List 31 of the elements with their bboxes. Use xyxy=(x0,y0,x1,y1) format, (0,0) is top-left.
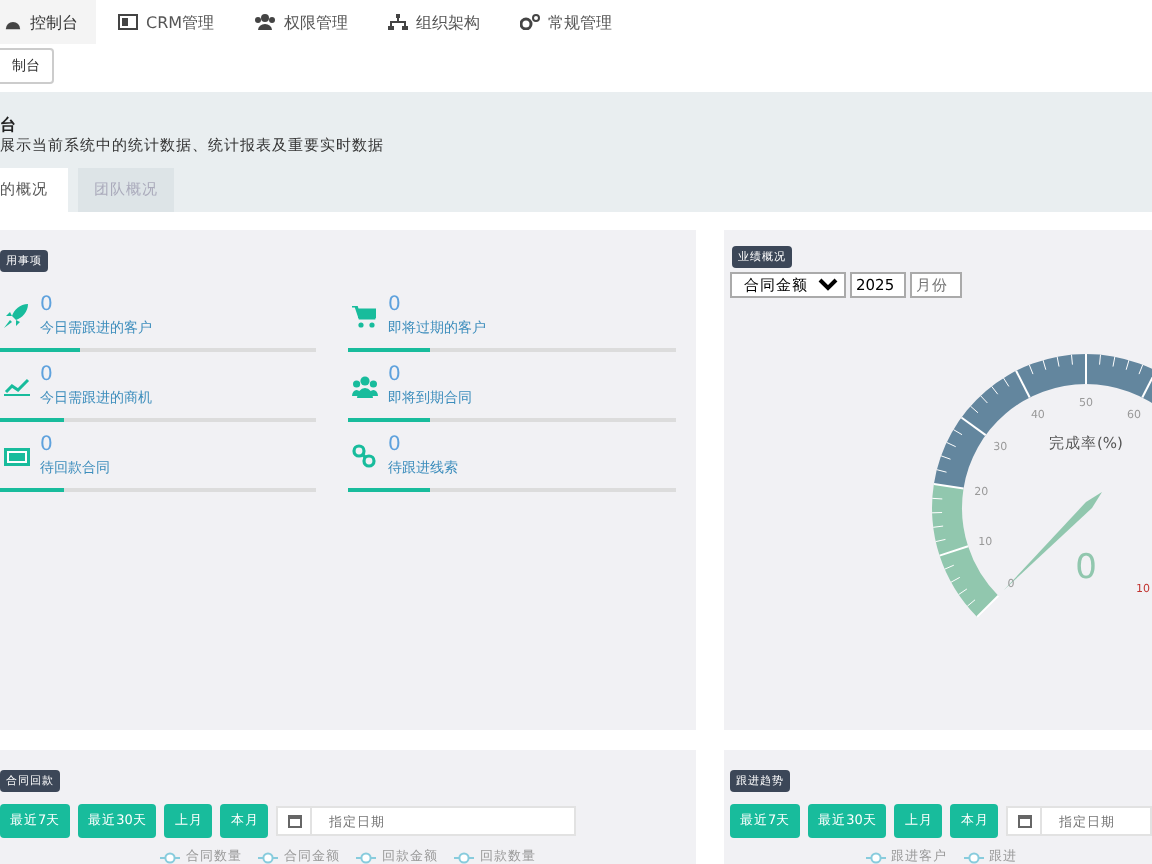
legend-icon xyxy=(160,851,180,863)
todo-count[interactable]: 0 xyxy=(40,292,316,318)
link-icon xyxy=(352,444,376,468)
nav-tab[interactable]: CRM管理 xyxy=(100,0,233,44)
legend-icon xyxy=(865,851,885,863)
id-card-icon xyxy=(118,14,138,30)
rocket-icon xyxy=(4,304,28,328)
legend-icon xyxy=(454,851,474,863)
users-icon xyxy=(352,375,378,397)
calendar-icon xyxy=(1017,814,1032,828)
todo-count[interactable]: 0 xyxy=(388,432,676,458)
calendar-icon xyxy=(287,814,302,828)
legend-icon xyxy=(258,851,278,863)
nav-tab[interactable]: 常规管理 xyxy=(502,0,631,44)
banknote-icon xyxy=(4,447,30,465)
legend-icon xyxy=(356,851,376,863)
nav-tab[interactable]: 控制台 xyxy=(0,0,96,44)
line-chart-icon xyxy=(4,376,30,396)
todo-count[interactable]: 0 xyxy=(388,292,676,318)
page-title: 台 xyxy=(0,114,18,136)
nav-tab[interactable]: 组织架构 xyxy=(370,0,499,44)
todo-count[interactable]: 0 xyxy=(40,432,316,458)
nav-tab[interactable]: 权限管理 xyxy=(236,0,367,44)
todo-count[interactable]: 0 xyxy=(388,362,676,388)
sitemap-icon xyxy=(388,14,409,30)
legend-icon xyxy=(963,851,983,863)
gauge-value: 0 xyxy=(1075,548,1097,588)
gears-icon xyxy=(520,14,541,30)
cart-icon xyxy=(352,305,376,327)
users-icon xyxy=(254,14,277,30)
todo-count[interactable]: 0 xyxy=(40,362,316,388)
